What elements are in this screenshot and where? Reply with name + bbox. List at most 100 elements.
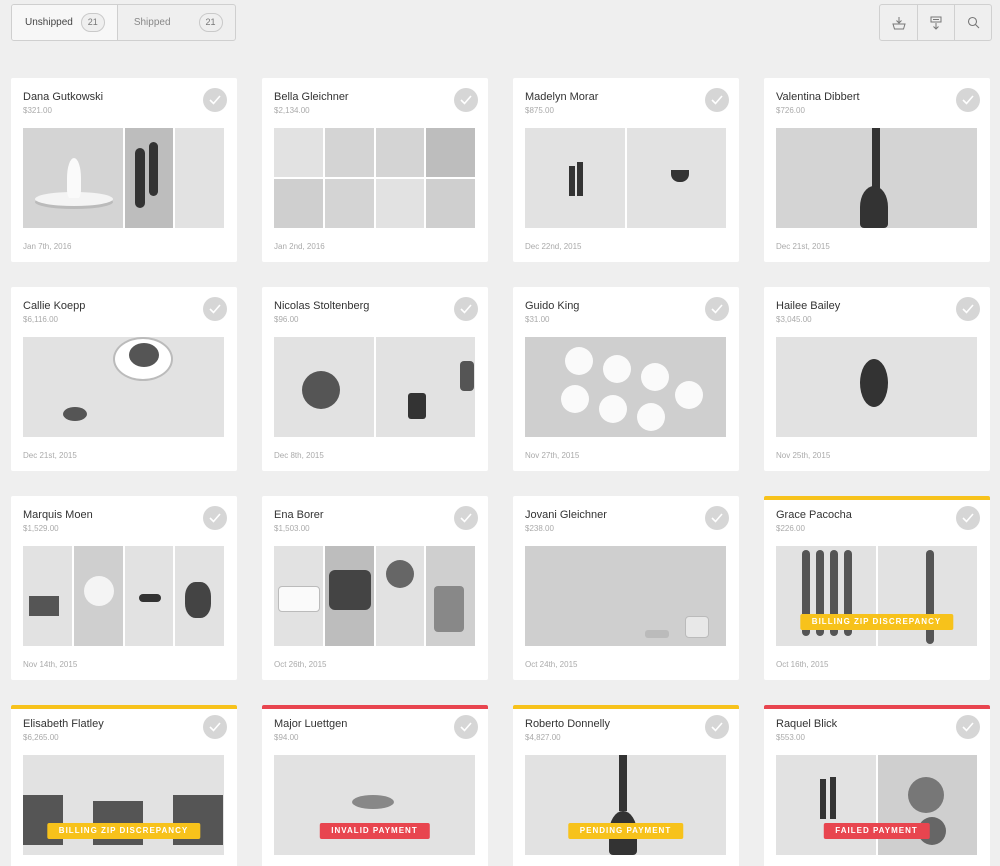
order-date: Dec 21st, 2015 <box>23 451 77 460</box>
product-image <box>375 546 425 646</box>
order-card[interactable]: Marquis Moen $1,529.00 Nov 14th, 2015 <box>11 496 237 680</box>
order-card[interactable]: Guido King $31.00 Nov 27th, 2015 <box>513 287 739 471</box>
order-card-flagged[interactable]: Raquel Blick $553.00 FAILED PAYMENT <box>764 705 990 866</box>
product-thumbnails: BILLING ZIP DISCREPANCY <box>23 755 224 855</box>
order-total: $726.00 <box>776 106 805 115</box>
order-total: $226.00 <box>776 524 805 533</box>
search-button[interactable] <box>954 5 991 40</box>
download-orders-button[interactable] <box>880 5 917 40</box>
order-card[interactable]: Valentina Dibbert $726.00 Dec 21st, 2015 <box>764 78 990 262</box>
order-card[interactable]: Madelyn Morar $875.00 Dec 22nd, 2015 <box>513 78 739 262</box>
order-total: $94.00 <box>274 733 299 742</box>
product-image <box>776 755 876 855</box>
product-image <box>175 128 224 228</box>
product-image-grid <box>375 128 475 228</box>
checkmark-icon <box>962 513 974 523</box>
order-alert-badge: INVALID PAYMENT <box>319 823 430 839</box>
mark-shipped-button[interactable] <box>705 297 729 321</box>
order-total: $96.00 <box>274 315 299 324</box>
mark-shipped-button[interactable] <box>203 88 227 112</box>
order-date: Nov 14th, 2015 <box>23 660 78 669</box>
order-card-flagged[interactable]: Elisabeth Flatley $6,265.00 BILLING ZIP … <box>11 705 237 866</box>
mark-shipped-button[interactable] <box>454 506 478 530</box>
order-card-flagged[interactable]: Major Luettgen $94.00 INVALID PAYMENT <box>262 705 488 866</box>
order-total: $238.00 <box>525 524 554 533</box>
checkmark-icon <box>711 304 723 314</box>
tab-unshipped[interactable]: Unshipped 21 <box>12 5 117 40</box>
mark-shipped-button[interactable] <box>705 506 729 530</box>
order-card[interactable]: Hailee Bailey $3,045.00 Nov 25th, 2015 <box>764 287 990 471</box>
product-image <box>525 546 726 646</box>
product-image <box>877 755 977 855</box>
search-icon <box>967 16 979 29</box>
customer-name: Elisabeth Flatley <box>23 718 104 730</box>
mark-shipped-button[interactable] <box>454 88 478 112</box>
order-card-flagged[interactable]: Grace Pacocha $226.00 BILLING ZIP DISCRE… <box>764 496 990 680</box>
product-image <box>124 546 174 646</box>
product-image <box>426 546 475 646</box>
mark-shipped-button[interactable] <box>454 715 478 739</box>
product-image <box>274 755 475 855</box>
order-card-flagged[interactable]: Roberto Donnelly $4,827.00 PENDING PAYME… <box>513 705 739 866</box>
order-date: Oct 26th, 2015 <box>274 660 327 669</box>
orders-grid: Dana Gutkowski $321.00 Jan 7th, 2016 Bel… <box>11 78 990 866</box>
order-total: $4,827.00 <box>525 733 561 742</box>
order-card[interactable]: Ena Borer $1,503.00 Oct 26th, 2015 <box>262 496 488 680</box>
order-total: $31.00 <box>525 315 550 324</box>
mark-shipped-button[interactable] <box>956 715 980 739</box>
mark-shipped-button[interactable] <box>956 88 980 112</box>
order-date: Oct 24th, 2015 <box>525 660 578 669</box>
checkmark-icon <box>460 722 472 732</box>
shipping-status-tabs: Unshipped 21 Shipped 21 <box>11 4 236 41</box>
customer-name: Nicolas Stoltenberg <box>274 300 370 312</box>
order-date: Jan 7th, 2016 <box>23 242 72 251</box>
tab-shipped[interactable]: Shipped 21 <box>116 5 235 40</box>
order-date: Jan 2nd, 2016 <box>274 242 325 251</box>
customer-name: Ena Borer <box>274 509 324 521</box>
product-thumbnails: FAILED PAYMENT <box>776 755 977 855</box>
checkmark-icon <box>711 513 723 523</box>
product-image <box>525 755 726 855</box>
checkmark-icon <box>962 95 974 105</box>
order-card[interactable]: Callie Koepp $6,116.00 Dec 21st, 2015 <box>11 287 237 471</box>
order-card[interactable]: Bella Gleichner $2,134.00 Jan 2nd, 2016 <box>262 78 488 262</box>
order-card[interactable]: Jovani Gleichner $238.00 Oct 24th, 2015 <box>513 496 739 680</box>
mark-shipped-button[interactable] <box>203 506 227 530</box>
product-thumbnails <box>525 546 726 646</box>
customer-name: Madelyn Morar <box>525 91 599 103</box>
order-date: Nov 25th, 2015 <box>776 451 831 460</box>
customer-name: Guido King <box>525 300 580 312</box>
checkmark-icon <box>460 513 472 523</box>
product-thumbnails <box>23 546 224 646</box>
customer-name: Valentina Dibbert <box>776 91 860 103</box>
customer-name: Jovani Gleichner <box>525 509 607 521</box>
mark-shipped-button[interactable] <box>956 297 980 321</box>
product-thumbnails <box>274 546 475 646</box>
product-image <box>324 546 374 646</box>
mark-shipped-button[interactable] <box>454 297 478 321</box>
mark-shipped-button[interactable] <box>203 715 227 739</box>
mark-shipped-button[interactable] <box>203 297 227 321</box>
product-image <box>23 128 123 228</box>
tab-shipped-count: 21 <box>198 13 223 32</box>
product-image <box>124 128 174 228</box>
customer-name: Bella Gleichner <box>274 91 349 103</box>
mark-shipped-button[interactable] <box>705 715 729 739</box>
tab-unshipped-label: Unshipped <box>25 17 73 28</box>
order-date: Nov 27th, 2015 <box>525 451 580 460</box>
product-image <box>776 128 977 228</box>
product-image <box>626 128 726 228</box>
order-card[interactable]: Nicolas Stoltenberg $96.00 Dec 8th, 2015 <box>262 287 488 471</box>
product-thumbnails <box>274 128 475 228</box>
product-thumbnails <box>525 337 726 437</box>
mark-shipped-button[interactable] <box>705 88 729 112</box>
product-image <box>525 337 726 437</box>
product-image <box>877 546 977 646</box>
order-card[interactable]: Dana Gutkowski $321.00 Jan 7th, 2016 <box>11 78 237 262</box>
order-total: $875.00 <box>525 106 554 115</box>
mark-shipped-button[interactable] <box>956 506 980 530</box>
customer-name: Hailee Bailey <box>776 300 841 312</box>
export-button[interactable] <box>917 5 954 40</box>
product-image <box>525 128 625 228</box>
product-thumbnails: INVALID PAYMENT <box>274 755 475 855</box>
